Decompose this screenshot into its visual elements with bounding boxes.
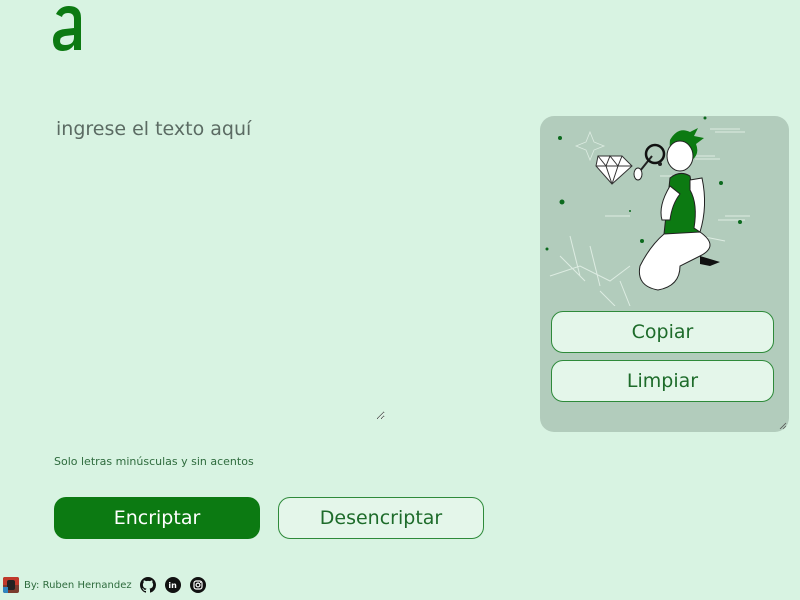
resize-handle-icon[interactable] <box>779 422 787 430</box>
illustration-image <box>545 116 750 306</box>
encrypt-button[interactable]: Encriptar <box>54 497 260 539</box>
github-icon[interactable] <box>139 577 156 593</box>
linkedin-icon[interactable]: in <box>164 577 181 593</box>
footer: By: Ruben Hernandez in <box>3 577 215 593</box>
decrypt-button[interactable]: Desencriptar <box>278 497 484 539</box>
copy-button[interactable]: Copiar <box>551 311 774 353</box>
output-panel: Copiar Limpiar <box>540 116 789 432</box>
avatar <box>3 577 19 593</box>
author-credit: By: Ruben Hernandez <box>24 579 132 591</box>
clear-button[interactable]: Limpiar <box>551 360 774 402</box>
logo-icon <box>53 6 81 51</box>
input-hint: Solo letras minúsculas y sin acentos <box>54 455 254 468</box>
instagram-icon[interactable] <box>189 577 206 593</box>
text-input[interactable] <box>50 112 385 420</box>
